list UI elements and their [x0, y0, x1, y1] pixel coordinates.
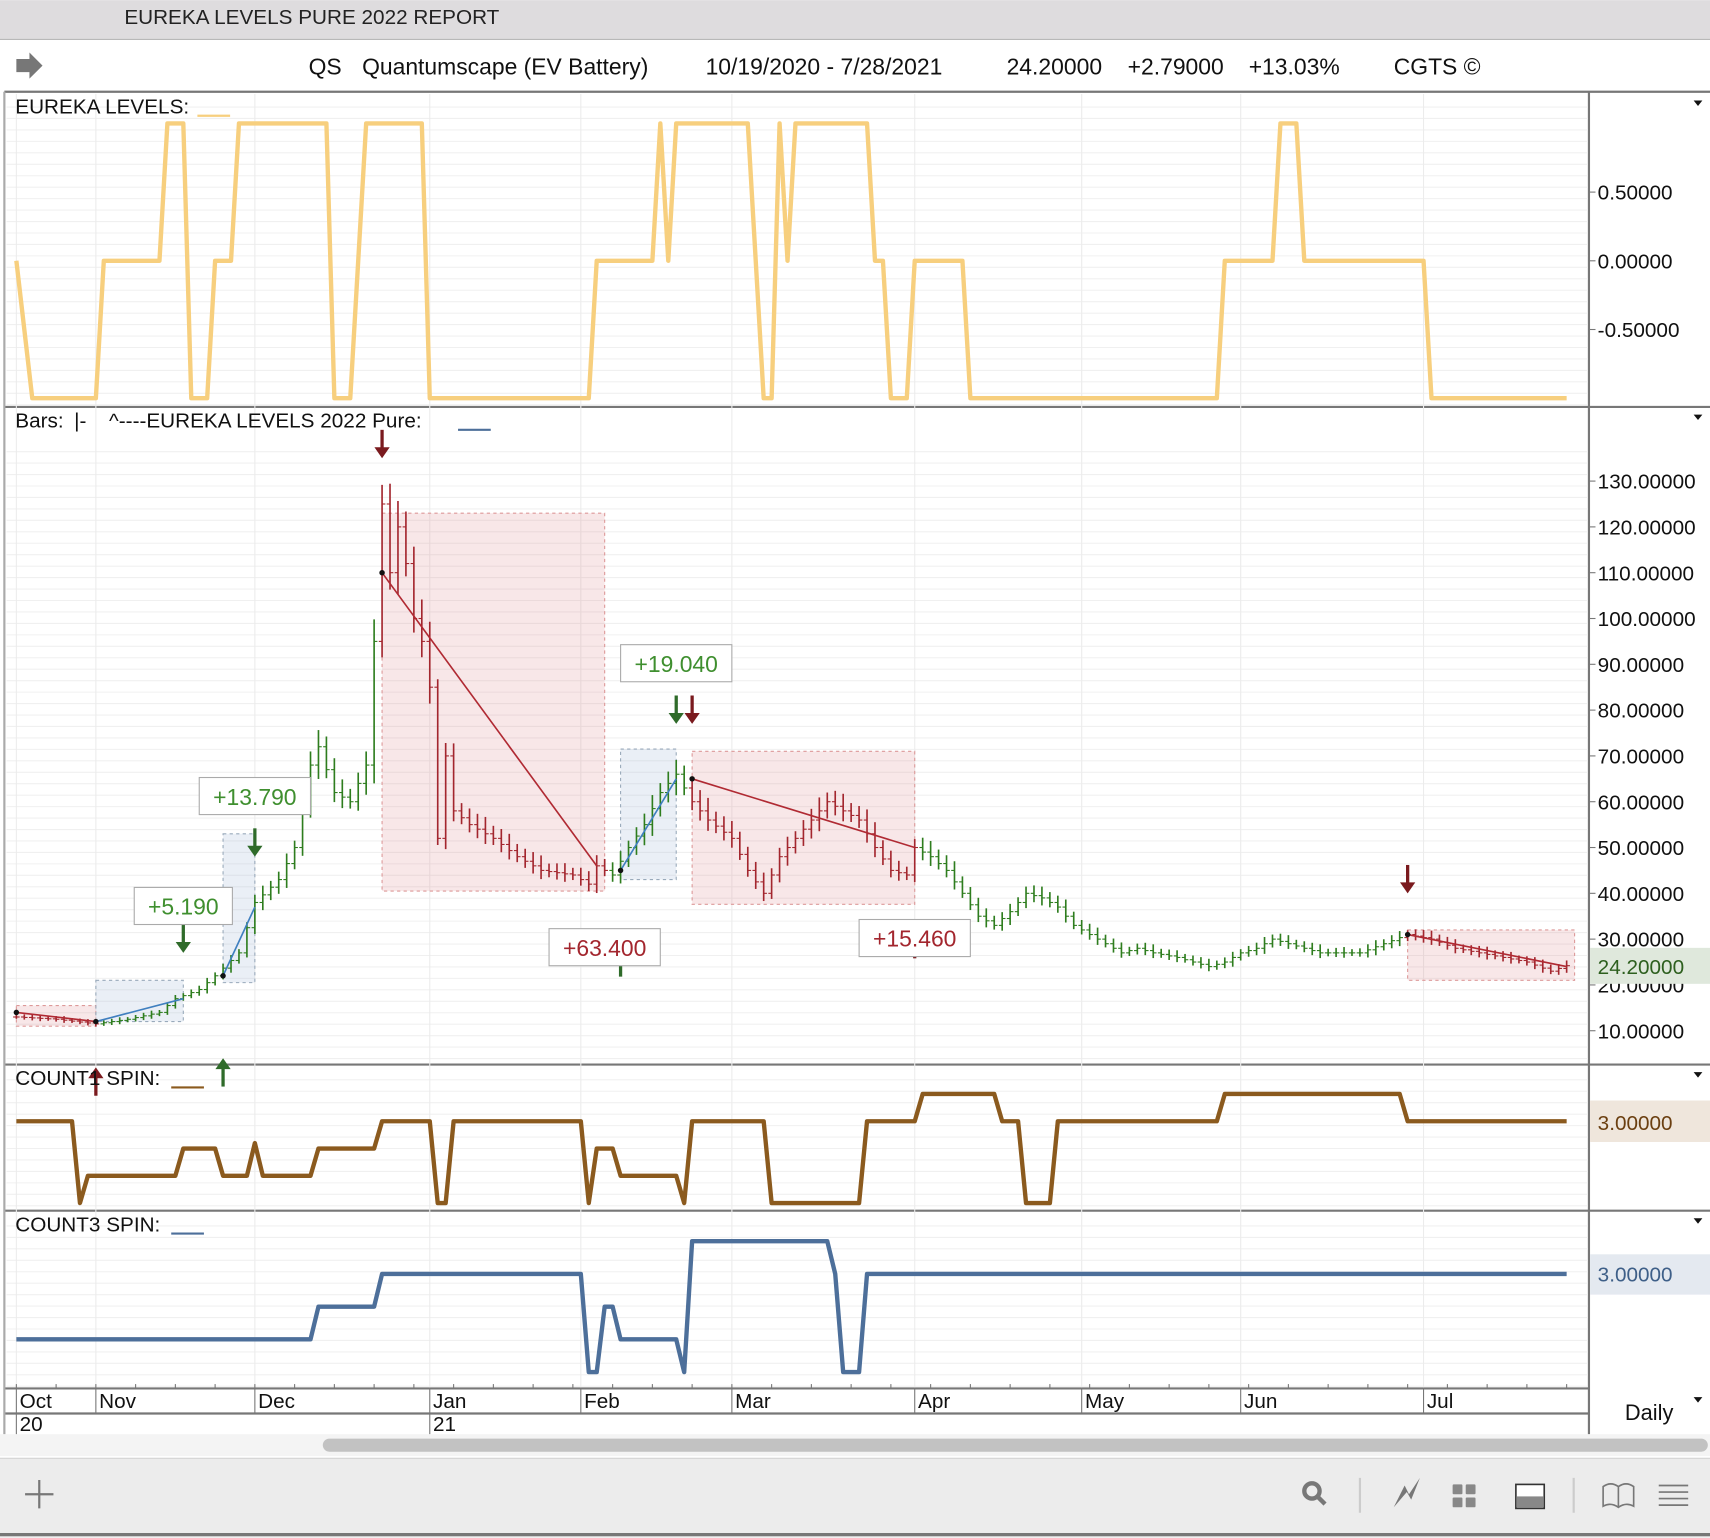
- arrow-head: [374, 447, 390, 459]
- price-panel: 10.0000020.0000030.0000040.0000050.00000…: [13, 429, 1696, 1096]
- eureka-y-tick-label: 0.00000: [1598, 250, 1673, 273]
- count3-panel-menu-icon[interactable]: [1693, 1218, 1703, 1224]
- arrow-head: [1400, 882, 1416, 894]
- eureka-y-tick-label: -0.50000: [1598, 319, 1680, 342]
- red-zone-box: [15, 1004, 97, 1027]
- last-price-tag-value: 24.20000: [1598, 956, 1684, 979]
- count1-panel-menu-icon[interactable]: [1693, 1072, 1703, 1078]
- trend-point: [617, 867, 624, 874]
- price-y-tick-label: 40.00000: [1598, 883, 1684, 906]
- gain-label: +15.460: [858, 918, 971, 958]
- gain-label: +63.400: [548, 928, 661, 967]
- symbol: QS: [309, 53, 342, 79]
- year-label: 20: [20, 1413, 43, 1436]
- bars-label: Bars:: [15, 410, 63, 433]
- company-name: Quantumscape (EV Battery): [362, 53, 648, 79]
- arrow-head: [684, 712, 700, 724]
- trend-point: [13, 1009, 20, 1016]
- price-y-tick-label: 80.00000: [1598, 700, 1684, 723]
- month-label: Feb: [584, 1390, 620, 1413]
- arrow-right-icon[interactable]: [16, 52, 43, 79]
- arrow-down-icon: [175, 924, 191, 953]
- price-y-tick-label: 110.00000: [1598, 562, 1694, 585]
- copyright: CGTS ©: [1394, 53, 1481, 79]
- month-label: Mar: [735, 1390, 771, 1413]
- gain-label: +5.190: [133, 886, 233, 926]
- gain-label: +19.040: [620, 644, 733, 683]
- price-y-tick-label: 90.00000: [1598, 654, 1684, 677]
- trend-point: [689, 776, 695, 782]
- grid-lines: [6, 93, 1588, 1388]
- arrow-head: [668, 712, 684, 724]
- timeframe-selector[interactable]: Daily: [1625, 1400, 1674, 1425]
- arrow-down-icon: [684, 695, 700, 724]
- eureka-y-tick-label: 0.50000: [1598, 182, 1673, 205]
- month-label: Jun: [1244, 1390, 1277, 1413]
- arrow-head: [175, 941, 191, 953]
- eureka-panel-label: EUREKA LEVELS:: [15, 96, 189, 119]
- month-label: Oct: [20, 1390, 52, 1413]
- trend-point: [1404, 931, 1411, 938]
- arrow-down-icon: [668, 695, 684, 724]
- study-label: ^----EUREKA LEVELS 2022 Pure:: [109, 410, 422, 433]
- price-y-tick-label: 120.00000: [1598, 517, 1696, 540]
- date-range: 10/19/2020 - 7/28/2021: [706, 53, 943, 79]
- bottom-toolbar: [0, 1457, 1710, 1538]
- gain-label-text: +63.400: [563, 935, 646, 961]
- gain-label: +13.790: [198, 776, 312, 816]
- svg-text:|-: |-: [74, 410, 86, 433]
- price-change: +2.79000: [1128, 53, 1224, 79]
- trend-point: [379, 569, 385, 576]
- arrow-down-icon: [374, 429, 390, 459]
- chart-window: EUREKA LEVELS PURE 2022 REPORT QS Quantu…: [0, 0, 1710, 1538]
- count3-value: 3.00000: [1598, 1264, 1673, 1287]
- month-label: Dec: [258, 1390, 295, 1413]
- month-label: Jan: [433, 1390, 466, 1413]
- header-bar: QS Quantumscape (EV Battery) 10/19/2020 …: [16, 52, 1481, 79]
- time-axis: Oct20 Nov Dec Jan21 Feb Mar Apr May Jun Jul: [15, 1384, 1568, 1436]
- year-label: 21: [433, 1413, 456, 1436]
- gain-label-text: +15.460: [873, 926, 956, 952]
- month-label: May: [1085, 1390, 1125, 1413]
- horizontal-scrollbar[interactable]: [322, 1438, 1708, 1452]
- price-y-tick-label: 10.00000: [1598, 1020, 1684, 1043]
- timeframe-menu-icon[interactable]: [1693, 1397, 1703, 1403]
- window-title: EUREKA LEVELS PURE 2022 REPORT: [124, 6, 499, 29]
- price-change-pct: +13.03%: [1249, 53, 1340, 79]
- month-label: Nov: [99, 1390, 136, 1413]
- month-label: Jul: [1427, 1390, 1454, 1413]
- gain-label-text: +13.790: [213, 784, 296, 810]
- gain-label-text: +5.190: [148, 894, 219, 920]
- trend-point: [93, 1018, 99, 1025]
- price-y-tick-label: 130.00000: [1598, 471, 1696, 494]
- count3-panel-label: COUNT3 SPIN:: [15, 1213, 160, 1236]
- arrow-up-icon: [215, 1058, 231, 1087]
- count1-panel-label: COUNT1 SPIN:: [15, 1067, 160, 1090]
- price-y-tick-label: 60.00000: [1598, 791, 1684, 814]
- red-zone-box: [1407, 929, 1576, 981]
- blue-zone-box: [95, 979, 184, 1023]
- arrow-down-icon: [1400, 864, 1416, 894]
- trend-point: [220, 973, 226, 979]
- price-y-tick-label: 100.00000: [1598, 608, 1696, 631]
- price-y-tick-label: 50.00000: [1598, 837, 1684, 860]
- price-y-tick-label: 70.00000: [1598, 746, 1684, 769]
- last-price: 24.20000: [1007, 53, 1102, 79]
- gain-label-text: +19.040: [635, 651, 718, 677]
- eureka-panel-menu-icon[interactable]: [1693, 100, 1703, 106]
- month-label: Apr: [918, 1390, 950, 1413]
- panel-layout-icon[interactable]: [1515, 1483, 1546, 1510]
- count1-value: 3.00000: [1598, 1112, 1673, 1135]
- price-panel-menu-icon[interactable]: [1693, 414, 1703, 421]
